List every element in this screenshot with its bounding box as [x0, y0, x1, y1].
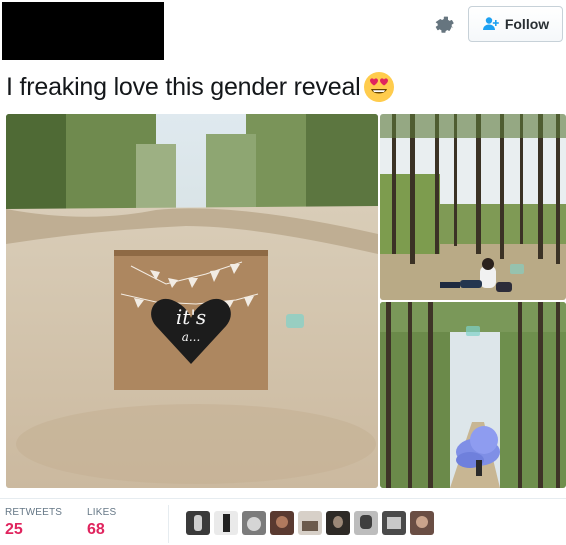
redacted-user-info: [2, 2, 164, 60]
gear-icon[interactable]: [433, 14, 457, 38]
liker-avatars: [186, 511, 434, 535]
avatar[interactable]: [354, 511, 378, 535]
box-text-line2: a...: [181, 330, 201, 344]
avatar[interactable]: [186, 511, 210, 535]
follow-button[interactable]: Follow: [468, 6, 563, 42]
likes-label: LIKES: [87, 507, 117, 518]
avatar[interactable]: [298, 511, 322, 535]
stats-divider: [168, 505, 169, 543]
retweets-stat[interactable]: RETWEETS 25: [5, 507, 62, 539]
tweet-text-content: I freaking love this gender reveal: [6, 72, 361, 101]
photo-couple-forest[interactable]: [380, 114, 566, 300]
likes-stat[interactable]: LIKES 68: [87, 507, 116, 539]
avatar[interactable]: [270, 511, 294, 535]
avatar[interactable]: [242, 511, 266, 535]
tweet-stats: RETWEETS 25 LIKES 68: [0, 498, 566, 545]
avatar[interactable]: [382, 511, 406, 535]
photo-blue-smoke[interactable]: [380, 302, 566, 488]
retweets-count: 25: [5, 521, 23, 538]
heart-eyes-emoji-icon: [362, 70, 396, 104]
photo-grid: it's a...: [6, 114, 566, 488]
add-user-icon: [482, 17, 499, 30]
likes-count: 68: [87, 521, 105, 538]
follow-label: Follow: [504, 16, 550, 32]
photo-main-box[interactable]: [6, 114, 378, 488]
avatar[interactable]: [326, 511, 350, 535]
box-text-line1: it's: [175, 305, 207, 329]
retweets-label: RETWEETS: [5, 507, 63, 518]
tweet-text: I freaking love this gender reveal: [6, 70, 396, 104]
tweet-header: Follow: [0, 0, 566, 62]
avatar[interactable]: [214, 511, 238, 535]
avatar[interactable]: [410, 511, 434, 535]
